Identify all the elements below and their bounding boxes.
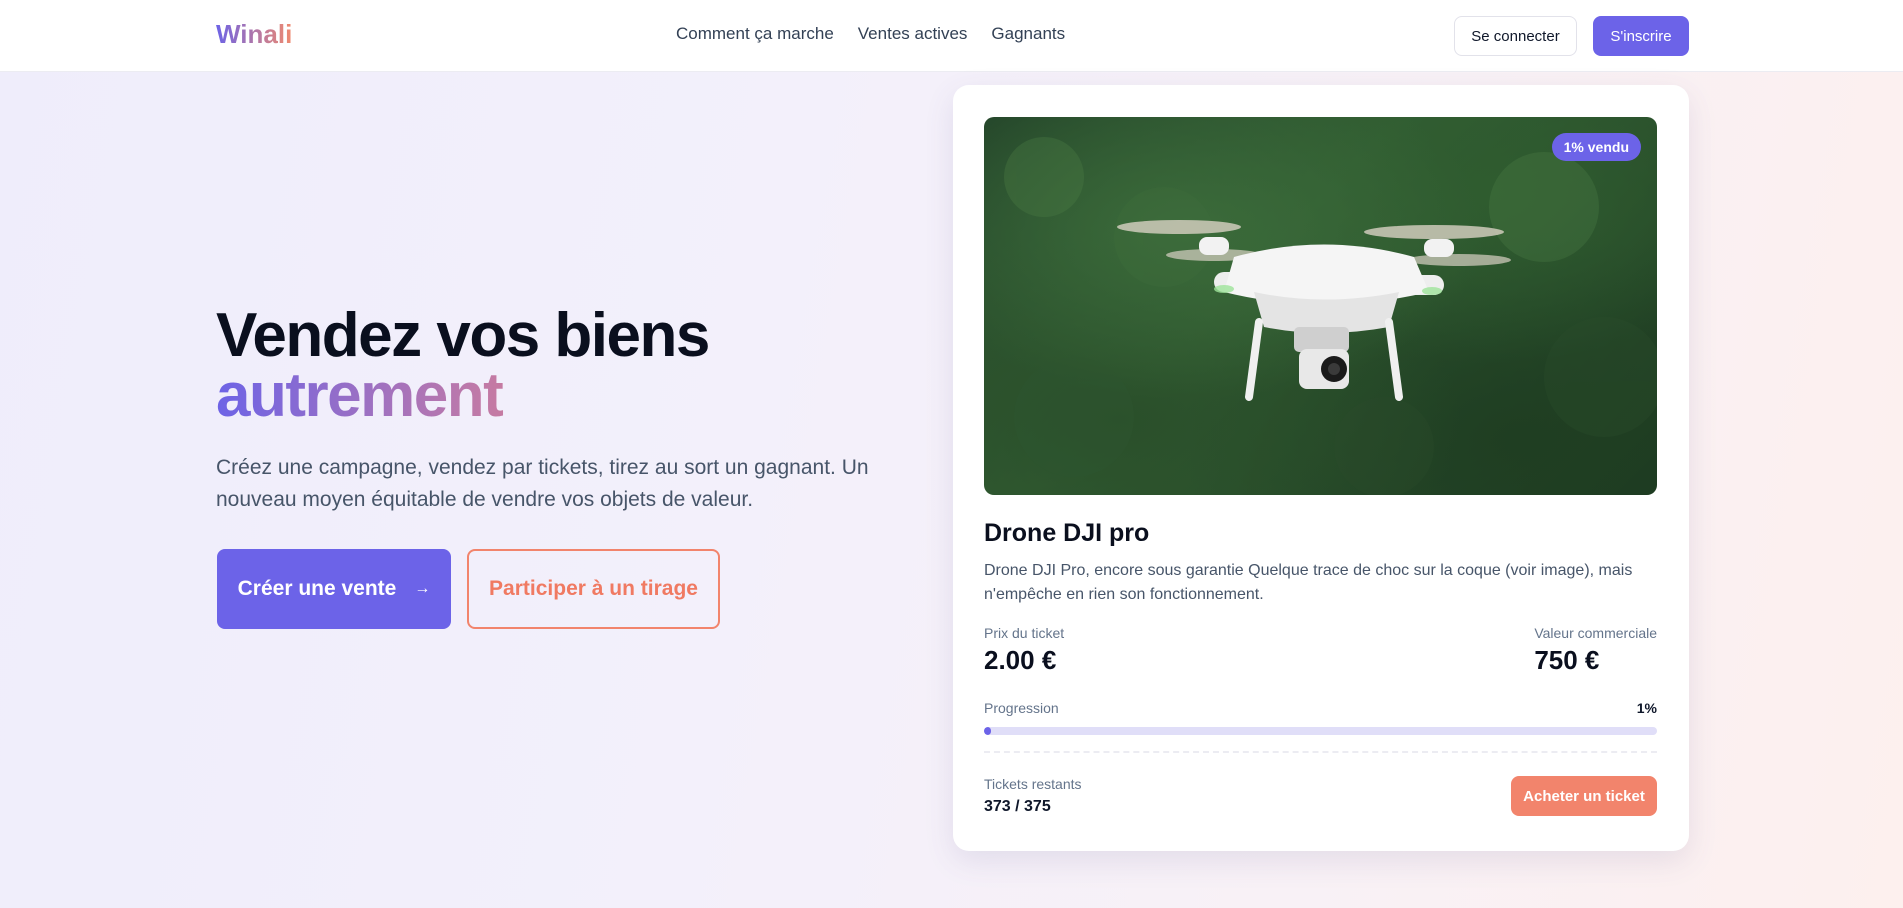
create-sale-label: Créer une vente [237, 577, 397, 600]
main-nav: Comment ça marche Ventes actives Gagnant… [676, 24, 1065, 44]
divider [984, 751, 1657, 753]
arrow-right-icon: → [414, 580, 431, 597]
hero-subtitle: Créez une campagne, vendez par tickets, … [216, 456, 869, 511]
featured-sale-card: 1% vendu Drone DJI pro Drone DJI Pro, en… [953, 85, 1689, 851]
nav-active-sales[interactable]: Ventes actives [858, 24, 968, 44]
ticket-price-block: Prix du ticket 2.00 € [984, 625, 1064, 676]
commercial-value-block: Valeur commerciale 750 € [1534, 625, 1657, 676]
ticket-price-value: 2.00 € [984, 645, 1057, 675]
tickets-remaining-label: Tickets restants [984, 776, 1082, 792]
progress-bar [984, 727, 1657, 735]
logo[interactable]: Winali [216, 19, 292, 50]
sale-title[interactable]: Drone DJI pro [984, 519, 1149, 548]
top-header: Winali Comment ça marche Ventes actives … [0, 0, 1903, 72]
progress-percentage: 1% [1636, 700, 1657, 716]
tickets-remaining-value: 373 / 375 [984, 798, 1051, 815]
buy-ticket-button[interactable]: Acheter un ticket [1511, 776, 1657, 816]
hero-title-line1: Vendez vos biens [216, 301, 710, 370]
drone-icon [1004, 137, 1657, 495]
sold-percentage-badge: 1% vendu [1551, 133, 1641, 161]
commercial-value: 750 € [1534, 645, 1600, 675]
hero-title-accent: autrement [216, 365, 709, 427]
commercial-value-label: Valeur commerciale [1534, 625, 1657, 641]
ticket-price-label: Prix du ticket [984, 625, 1065, 641]
create-sale-button[interactable]: Créer une vente → [217, 549, 451, 629]
nav-how-it-works[interactable]: Comment ça marche [676, 24, 834, 44]
sale-description: Drone DJI Pro, encore sous garantie Quel… [984, 562, 1633, 603]
progress-bar-fill [984, 727, 991, 735]
progress-label: Progression [984, 700, 1059, 716]
login-button[interactable]: Se connecter [1454, 16, 1577, 56]
nav-winners[interactable]: Gagnants [991, 24, 1065, 44]
hero-title: Vendez vos biens autrement [216, 305, 710, 427]
drone-photo: 1% vendu [984, 117, 1657, 495]
signup-button[interactable]: S'inscrire [1593, 16, 1689, 56]
participate-draw-button[interactable]: Participer à un tirage [467, 549, 720, 629]
tickets-remaining-block: Tickets restants 373 / 375 [984, 776, 1082, 816]
